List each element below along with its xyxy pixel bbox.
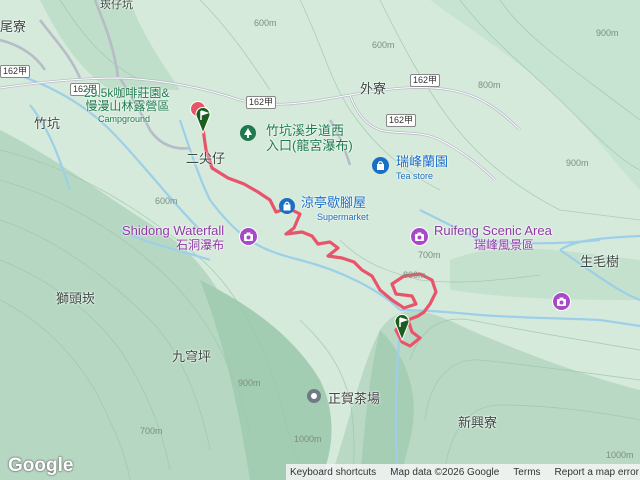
poi-label: Campground: [98, 114, 151, 124]
place-label: 九穹坪: [172, 349, 212, 364]
poi-label: Tea store: [396, 171, 434, 181]
contour-label: 900m: [596, 28, 619, 38]
shopping-bag-icon[interactable]: [372, 157, 389, 174]
road-shield: 162甲: [386, 114, 417, 127]
poi-label: 竹坑溪步道西: [266, 123, 345, 138]
road-shield: 162甲: [0, 65, 31, 78]
poi-label: 石洞瀑布: [176, 238, 225, 252]
road-shield: 162甲: [410, 74, 441, 87]
map-footer: Keyboard shortcuts Map data ©2026 Google…: [286, 464, 640, 480]
keyboard-shortcuts-link[interactable]: Keyboard shortcuts: [290, 467, 376, 478]
place-label: 竹坑: [34, 116, 61, 131]
shidong-waterfall-poi[interactable]: Shidong Waterfall 石洞瀑布: [122, 223, 225, 253]
contour-label: 800m: [403, 270, 426, 280]
camera-icon[interactable]: [410, 227, 429, 246]
contour-label: 900m: [566, 158, 589, 168]
poi-label: 慢漫山林露營區: [85, 99, 170, 113]
road-shield: 162甲: [246, 96, 277, 109]
place-label: 崁仔坑: [100, 0, 133, 11]
place-label: 二尖仔: [186, 151, 226, 166]
trail-entrance-poi[interactable]: 竹坑溪步道西 入口(龍宮瀑布): [266, 123, 353, 153]
poi-label: Ruifeng Scenic Area: [434, 223, 552, 238]
place-label: 生毛樹: [580, 254, 620, 269]
place-label: 外寮: [360, 81, 387, 96]
place-label: 新興寮: [458, 415, 498, 430]
pin-icon[interactable]: [306, 388, 322, 404]
tea-store-poi[interactable]: 瑞峰蘭園 Tea store: [396, 155, 448, 183]
camera-icon[interactable]: [552, 292, 571, 311]
poi-label: Shidong Waterfall: [122, 223, 225, 238]
map-view[interactable]: 600m 600m 700m 800m 800m 900m 900m 900m …: [0, 0, 640, 480]
place-label: 尾寮: [0, 19, 27, 34]
poi-label: 瑞峰風景區: [474, 238, 535, 252]
end-marker-icon[interactable]: [393, 313, 411, 342]
contour-label: 600m: [254, 18, 277, 28]
report-error-link[interactable]: Report a map error: [555, 467, 639, 478]
place-label: 獅頭崁: [56, 291, 96, 306]
zhenghe-tea-poi[interactable]: 正賀茶場: [328, 388, 380, 407]
google-logo: Google: [8, 455, 74, 476]
park-icon[interactable]: [240, 125, 256, 141]
contour-label: 1000m: [294, 434, 322, 444]
shopping-bag-icon[interactable]: [279, 198, 295, 214]
poi-label: Supermarket: [317, 212, 369, 222]
campground-poi[interactable]: 29.5k咖啡莊園& 慢漫山林露營區 Campground: [84, 87, 169, 126]
poi-label: 涼亭歇腳屋: [301, 195, 367, 210]
contour-label: 1000m: [606, 450, 634, 460]
ruifeng-scenic-poi[interactable]: Ruifeng Scenic Area 瑞峰風景區: [434, 223, 552, 253]
contour-label: 600m: [372, 40, 395, 50]
contour-label: 800m: [478, 80, 501, 90]
camera-icon[interactable]: [239, 227, 258, 246]
start-marker-icon[interactable]: [194, 106, 212, 135]
poi-label: 入口(龍宮瀑布): [266, 138, 353, 153]
contour-label: 600m: [155, 196, 178, 206]
terms-link[interactable]: Terms: [513, 467, 540, 478]
contour-label: 900m: [238, 378, 261, 388]
map-data-attribution: Map data ©2026 Google: [390, 466, 500, 478]
poi-label: 瑞峰蘭園: [396, 154, 449, 169]
contour-label: 700m: [140, 426, 163, 436]
supermarket-poi[interactable]: 涼亭歇腳屋 Supermarket: [301, 196, 369, 224]
